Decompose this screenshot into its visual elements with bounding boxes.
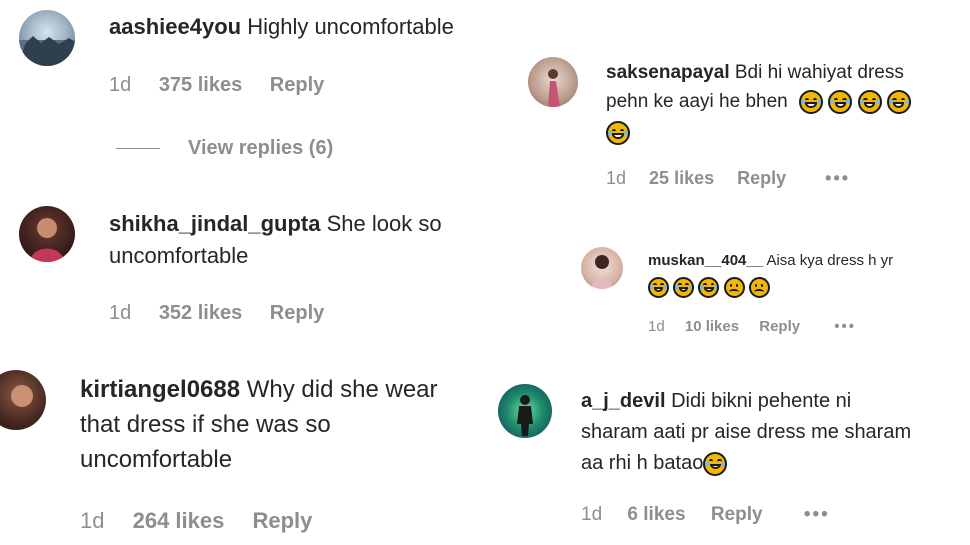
- likes-count[interactable]: 10 likes: [685, 316, 739, 338]
- username[interactable]: aashiee4you: [109, 14, 241, 39]
- comment-time: 1d: [109, 74, 132, 96]
- laugh-emoji-icon: [886, 89, 911, 114]
- avatar[interactable]: [19, 206, 75, 262]
- comment-text: She look so: [326, 211, 442, 236]
- comment-time: 1d: [581, 504, 603, 525]
- reply-button[interactable]: Reply: [252, 507, 312, 535]
- comment-text-line3: aa rhi h batao: [581, 452, 704, 474]
- more-options-icon[interactable]: •••: [825, 166, 850, 190]
- username[interactable]: shikha_jindal_gupta: [109, 211, 321, 236]
- laugh-emoji-icon: [703, 451, 728, 476]
- laugh-emoji-icon: [828, 89, 853, 114]
- reply-button[interactable]: Reply: [270, 300, 324, 326]
- comment-meta: 1d 10 likes Reply •••: [648, 316, 856, 338]
- username[interactable]: a_j_devil: [581, 390, 666, 412]
- laugh-emoji-icon: [606, 120, 630, 145]
- more-options-icon[interactable]: •••: [834, 316, 856, 338]
- reply-button[interactable]: Reply: [711, 502, 763, 527]
- divider-line: [116, 148, 160, 150]
- comment-time: 1d: [606, 168, 627, 188]
- comment-text: Bdi hi wahiyat dress: [734, 62, 904, 83]
- reply-button[interactable]: Reply: [759, 316, 800, 338]
- comment-meta: 1d 264 likes Reply: [80, 507, 312, 535]
- comment-text-line2: pehn ke aayi he bhen: [606, 91, 788, 112]
- avatar[interactable]: [581, 247, 623, 289]
- likes-count[interactable]: 6 likes: [627, 502, 685, 527]
- username[interactable]: kirtiangel0688: [80, 376, 240, 403]
- comment-text-line2: uncomfortable: [109, 243, 249, 268]
- sad-emoji-icon: [748, 276, 770, 298]
- comment-text: Aisa kya dress h yr: [766, 252, 894, 269]
- username[interactable]: saksenapayal: [606, 62, 730, 83]
- comment-meta: 1d 352 likes Reply: [109, 300, 324, 326]
- comment-time: 1d: [109, 302, 132, 324]
- reply-button[interactable]: Reply: [737, 166, 786, 190]
- emoji-group: [799, 89, 911, 114]
- comment-meta: 1d 375 likes Reply: [109, 72, 324, 98]
- laugh-emoji-icon: [673, 276, 695, 298]
- view-replies-button[interactable]: View replies (6): [116, 135, 333, 161]
- comment-time: 1d: [80, 508, 105, 533]
- laugh-emoji-icon: [857, 89, 882, 114]
- comment-text-line2: that dress if she was so: [80, 411, 331, 438]
- comment-text: Didi bikni pehente ni: [671, 390, 852, 412]
- avatar[interactable]: [19, 10, 75, 66]
- more-options-icon[interactable]: •••: [804, 502, 830, 527]
- sad-emoji-icon: [723, 276, 745, 298]
- view-replies-label: View replies (6): [188, 137, 334, 159]
- avatar[interactable]: [528, 57, 578, 107]
- comment-text: Why did she wear: [246, 376, 438, 403]
- likes-count[interactable]: 264 likes: [133, 507, 225, 535]
- laugh-emoji-icon: [698, 276, 720, 298]
- avatar[interactable]: [0, 370, 46, 430]
- comment-time: 1d: [648, 318, 665, 335]
- comment-text-line2: sharam aati pr aise dress me sharam: [581, 421, 912, 443]
- reply-button[interactable]: Reply: [270, 72, 324, 98]
- comment-text-line3: uncomfortable: [80, 446, 233, 473]
- comment-meta: 1d 25 likes Reply •••: [606, 166, 850, 190]
- comment-text: Highly uncomfortable: [247, 14, 454, 39]
- username[interactable]: muskan__404__: [648, 252, 763, 269]
- likes-count[interactable]: 375 likes: [159, 72, 242, 98]
- likes-count[interactable]: 25 likes: [649, 166, 714, 190]
- laugh-emoji-icon: [648, 276, 669, 298]
- comment-meta: 1d 6 likes Reply •••: [581, 502, 830, 527]
- avatar[interactable]: [498, 384, 552, 438]
- laugh-emoji-icon: [799, 89, 823, 114]
- likes-count[interactable]: 352 likes: [159, 300, 242, 326]
